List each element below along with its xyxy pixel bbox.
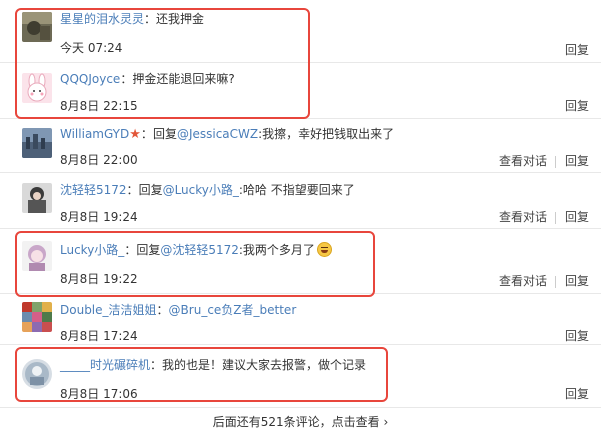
reply-button[interactable]: 回复 bbox=[565, 328, 589, 344]
avatar[interactable] bbox=[22, 73, 52, 103]
more-comments-link[interactable]: 后面还有521条评论，点击查看 › bbox=[0, 408, 601, 436]
avatar[interactable] bbox=[22, 12, 52, 42]
mention-link[interactable]: @JessicaCWZ bbox=[177, 127, 258, 141]
timestamp: 8月8日 17:06 bbox=[60, 387, 138, 401]
laughing-emoji-icon bbox=[316, 242, 332, 257]
avatar[interactable] bbox=[22, 183, 52, 213]
comment-item: 星星的泪水灵灵：还我押金 今天 07:24 回复 bbox=[0, 0, 601, 63]
reply-button[interactable]: 回复 bbox=[565, 386, 589, 402]
comment-item: WilliamGYD★：回复@JessicaCWZ:我擦，幸好把钱取出来了 8月… bbox=[0, 119, 601, 173]
comment-item: 沈轻轻5172：回复@Lucky小路_:哈哈 不指望要回来了 8月8日 19:2… bbox=[0, 173, 601, 229]
timestamp: 8月8日 19:24 bbox=[60, 210, 138, 224]
comment-text-line: QQQJoyce：押金还能退回来嘛? bbox=[60, 71, 235, 87]
view-conversation-button[interactable]: 查看对话 bbox=[499, 273, 547, 289]
username-link[interactable]: Lucky小路_ bbox=[60, 243, 124, 257]
comment-text: 还我押金 bbox=[156, 12, 205, 26]
username-link[interactable]: 沈轻轻5172 bbox=[60, 183, 127, 197]
colon-separator: ： bbox=[120, 72, 133, 86]
timestamp: 8月8日 17:24 bbox=[60, 329, 138, 343]
comment-text: 我的也是！建议大家去报警，做个记录 bbox=[162, 358, 367, 372]
reply-prefix: 回复 bbox=[138, 183, 163, 197]
reply-button[interactable]: 回复 bbox=[565, 273, 589, 289]
username-link[interactable]: 星星的泪水灵灵 bbox=[60, 12, 144, 26]
comment-text: :我两个多月了 bbox=[238, 243, 315, 257]
username-link[interactable]: _____时光碾碎机 bbox=[60, 358, 150, 372]
username-link[interactable]: Double_洁洁姐姐 bbox=[60, 303, 157, 317]
comment-text-line: Lucky小路_：回复@沈轻轻5172:我两个多月了 bbox=[60, 242, 332, 258]
reply-button[interactable]: 回复 bbox=[565, 153, 589, 169]
username-link[interactable]: WilliamGYD bbox=[60, 127, 129, 141]
avatar[interactable] bbox=[22, 359, 52, 389]
more-comments-label: 后面还有521条评论，点击查看 bbox=[212, 415, 380, 429]
timestamp: 8月8日 19:22 bbox=[60, 272, 138, 286]
reply-prefix: 回复 bbox=[152, 127, 177, 141]
comment-text: :我擦，幸好把钱取出来了 bbox=[258, 127, 395, 141]
colon-separator: ： bbox=[150, 358, 163, 372]
avatar[interactable] bbox=[22, 128, 52, 158]
colon-separator: ： bbox=[124, 243, 137, 257]
timestamp: 8月8日 22:00 bbox=[60, 153, 138, 167]
action-divider bbox=[555, 212, 556, 224]
avatar[interactable] bbox=[22, 302, 52, 332]
colon-separator: ： bbox=[156, 303, 169, 317]
action-divider bbox=[555, 276, 556, 288]
comment-text-line: 星星的泪水灵灵：还我押金 bbox=[60, 11, 204, 27]
timestamp: 今天 07:24 bbox=[60, 41, 123, 55]
comment-text: 押金还能退回来嘛? bbox=[132, 72, 235, 86]
comment-item: Lucky小路_：回复@沈轻轻5172:我两个多月了 8月8日 19:22 查看… bbox=[0, 229, 601, 294]
timestamp: 8月8日 22:15 bbox=[60, 99, 138, 113]
avatar[interactable] bbox=[22, 241, 52, 271]
reply-prefix: 回复 bbox=[136, 243, 161, 257]
view-conversation-button[interactable]: 查看对话 bbox=[499, 153, 547, 169]
comment-item: QQQJoyce：押金还能退回来嘛? 8月8日 22:15 回复 bbox=[0, 63, 601, 119]
comment-item: Double_洁洁姐姐：@Bru_ce负Z者_better 8月8日 17:24… bbox=[0, 294, 601, 345]
comment-text-line: 沈轻轻5172：回复@Lucky小路_:哈哈 不指望要回来了 bbox=[60, 182, 355, 198]
comment-text-line: Double_洁洁姐姐：@Bru_ce负Z者_better bbox=[60, 302, 296, 318]
comment-text-line: _____时光碾碎机：我的也是！建议大家去报警，做个记录 bbox=[60, 357, 366, 373]
mention-link[interactable]: @Lucky小路_ bbox=[163, 183, 239, 197]
colon-separator: ： bbox=[126, 183, 139, 197]
reply-button[interactable]: 回复 bbox=[565, 209, 589, 225]
action-divider bbox=[555, 156, 556, 168]
username-link[interactable]: QQQJoyce bbox=[60, 72, 120, 86]
reply-button[interactable]: 回复 bbox=[565, 42, 589, 58]
comment-item: _____时光碾碎机：我的也是！建议大家去报警，做个记录 8月8日 17:06 … bbox=[0, 345, 601, 408]
mention-link[interactable]: @Bru_ce负Z者_better bbox=[169, 303, 297, 317]
chevron-right-icon: › bbox=[383, 415, 389, 429]
vip-star-icon: ★ bbox=[129, 127, 141, 142]
comment-text-line: WilliamGYD★：回复@JessicaCWZ:我擦，幸好把钱取出来了 bbox=[60, 126, 394, 143]
mention-link[interactable]: @沈轻轻5172 bbox=[160, 243, 239, 257]
colon-separator: ： bbox=[144, 12, 157, 26]
comment-text: :哈哈 不指望要回来了 bbox=[238, 183, 355, 197]
reply-button[interactable]: 回复 bbox=[565, 98, 589, 114]
view-conversation-button[interactable]: 查看对话 bbox=[499, 209, 547, 225]
colon-separator: ： bbox=[140, 127, 153, 141]
